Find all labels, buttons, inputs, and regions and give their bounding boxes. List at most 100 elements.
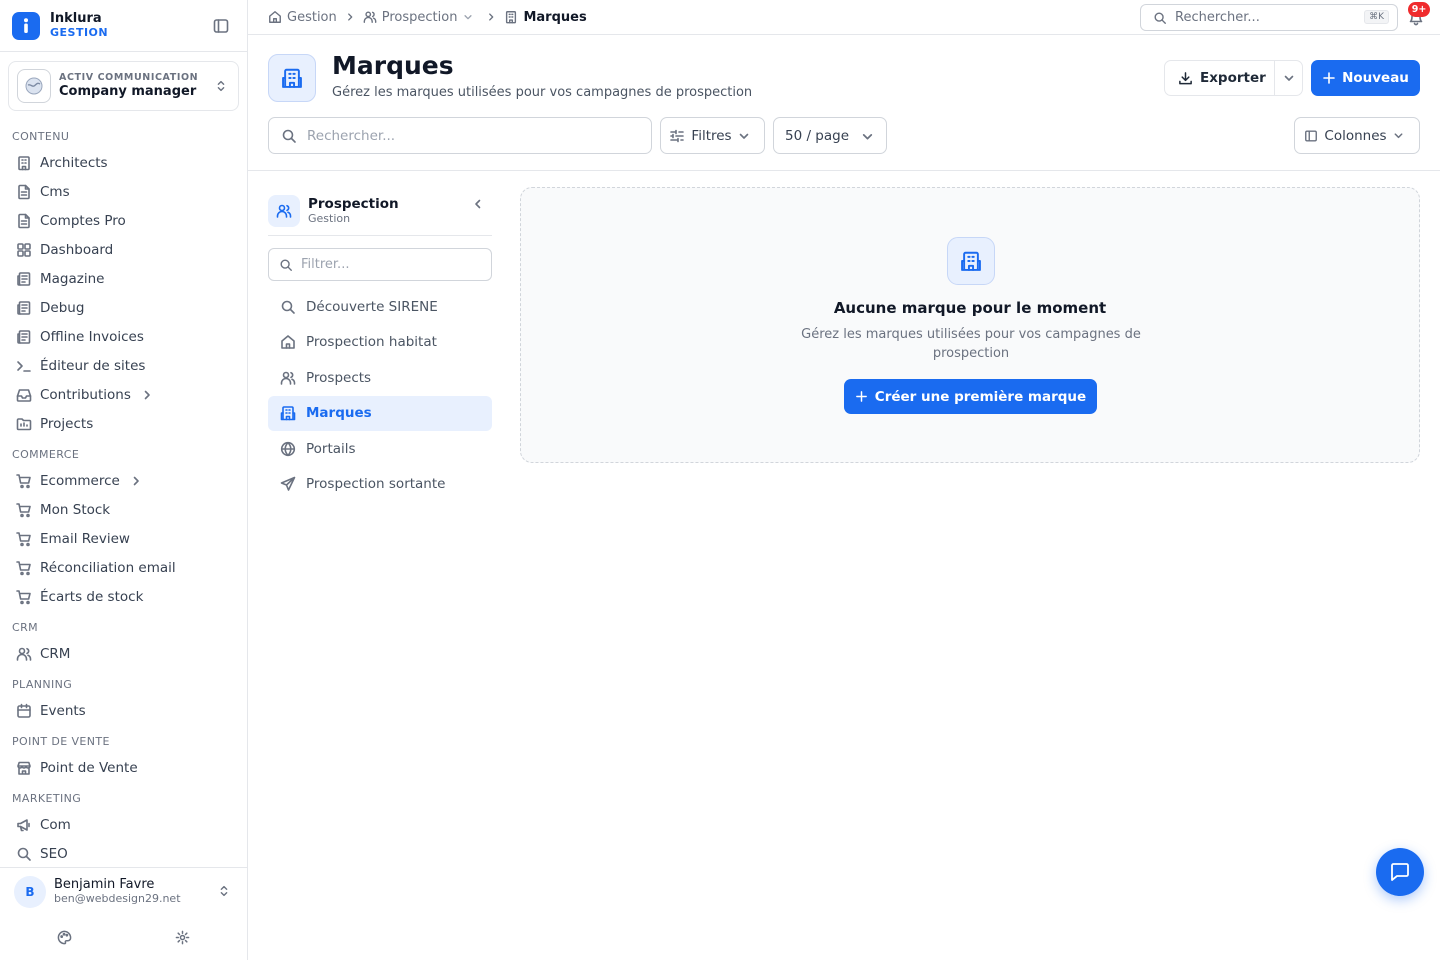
building-icon xyxy=(268,54,316,102)
columns-label: Colonnes xyxy=(1324,127,1387,144)
send-icon xyxy=(280,476,296,492)
empty-state-description: Gérez les marques utilisées pour vos cam… xyxy=(801,327,1141,361)
sidebar-item-crm[interactable]: CRM xyxy=(0,639,247,668)
sidebar-item-seo[interactable]: SEO xyxy=(0,839,247,867)
breadcrumb-marques: Marques xyxy=(504,9,587,25)
sidebar-toggle-icon[interactable] xyxy=(213,18,229,34)
sidebar-item-com[interactable]: Com xyxy=(0,810,247,839)
sidebar-item-magazine[interactable]: Magazine xyxy=(0,264,247,293)
create-first-brand-button[interactable]: Créer une première marque xyxy=(844,379,1097,414)
sidebar-item-label: Magazine xyxy=(40,270,105,287)
sidebar-item-label: Dashboard xyxy=(40,241,114,258)
sidebar-item-ecarts-de-stock[interactable]: Écarts de stock xyxy=(0,582,247,611)
sidebar-item-offline-invoices[interactable]: Offline Invoices xyxy=(0,322,247,351)
breadcrumb-gestion[interactable]: Gestion xyxy=(268,10,337,25)
export-button-group: Exporter xyxy=(1164,60,1303,96)
cart-icon xyxy=(16,531,31,546)
megaphone-icon xyxy=(17,818,30,831)
user-email: ben@webdesign29.net xyxy=(54,892,181,905)
folder-icon xyxy=(16,417,32,430)
sidebar-item-email-review[interactable]: Email Review xyxy=(0,524,247,553)
sidebar-item-projects[interactable]: Projects xyxy=(0,409,247,438)
sidebar-item-point-de-vente[interactable]: Point de Vente xyxy=(0,753,247,782)
sidebar-item-dashboard[interactable]: Dashboard xyxy=(0,235,247,264)
subnav-item-marques[interactable]: Marques xyxy=(268,395,492,431)
newspaper-icon xyxy=(17,271,31,286)
sidebar-item-contributions[interactable]: Contributions xyxy=(0,380,247,409)
chevrons-up-down-icon xyxy=(217,884,231,898)
gear-icon[interactable] xyxy=(175,930,190,945)
sidebar-footer xyxy=(0,928,247,948)
building-icon xyxy=(947,237,995,285)
user-menu[interactable]: B Benjamin Favre ben@webdesign29.net xyxy=(0,867,247,915)
palette-icon[interactable] xyxy=(57,930,72,945)
breadcrumb-prospection[interactable]: Prospection xyxy=(363,10,479,25)
subnav-list: Découverte SIRENE Prospection habitat Pr… xyxy=(268,289,492,502)
export-dropdown-button[interactable] xyxy=(1275,72,1302,84)
sidebar-item-comptes-pro[interactable]: Comptes Pro xyxy=(0,206,247,235)
search-input[interactable]: Rechercher... xyxy=(268,117,652,154)
chat-button[interactable] xyxy=(1376,848,1424,896)
subnav-item-prospection-habitat[interactable]: Prospection habitat xyxy=(268,325,492,361)
sidebar-item-label: Ecommerce xyxy=(40,472,120,489)
sidebar-item-label: Comptes Pro xyxy=(40,212,126,229)
nav-section-title: COMMERCE xyxy=(12,448,80,461)
breadcrumb-label: Marques xyxy=(523,9,587,25)
brand-logo-icon[interactable] xyxy=(12,11,40,40)
sidebar-item-ecommerce[interactable]: Ecommerce xyxy=(0,466,247,495)
subnav-item-prospects[interactable]: Prospects xyxy=(268,360,492,396)
subnav-item-portails[interactable]: Portails xyxy=(268,431,492,467)
sidebar-item-debug[interactable]: Debug xyxy=(0,293,247,322)
page-subtitle: Gérez les marques utilisées pour vos cam… xyxy=(332,85,753,100)
subnav-item-label: Portails xyxy=(306,440,356,457)
columns-button[interactable]: Colonnes xyxy=(1294,117,1420,154)
search-placeholder: Rechercher... xyxy=(307,127,396,144)
subnav-item-decouverte-sirene[interactable]: Découverte SIRENE xyxy=(268,289,492,325)
cart-icon xyxy=(16,589,31,604)
sidebar-item-label: CRM xyxy=(40,645,71,662)
subnav-item-prospection-sortante[interactable]: Prospection sortante xyxy=(268,467,492,503)
newspaper-icon xyxy=(17,329,31,344)
chat-bubble-icon xyxy=(1391,863,1409,881)
globe-icon xyxy=(280,441,296,456)
section-subnav: Prospection Gestion Filtrer... Découvert… xyxy=(268,186,492,502)
empty-state-title: Aucune marque pour le moment xyxy=(833,299,1107,317)
building-icon xyxy=(506,11,517,24)
sidebar-item-label: Offline Invoices xyxy=(40,328,144,345)
home-icon xyxy=(269,11,281,23)
sidebar-item-events[interactable]: Events xyxy=(0,696,247,725)
subnav-filter-input[interactable]: Filtrer... xyxy=(268,248,492,281)
org-avatar-icon xyxy=(17,69,51,103)
sidebar-item-architects[interactable]: Architects xyxy=(0,148,247,177)
export-label: Exporter xyxy=(1200,70,1266,86)
org-switcher[interactable]: ACTIV COMMUNICATION Company manager xyxy=(8,61,239,111)
global-search-input[interactable]: Rechercher... ⌘K xyxy=(1140,4,1398,31)
sidebar-item-label: Mon Stock xyxy=(40,501,111,518)
newspaper-icon xyxy=(17,300,31,315)
sidebar-item-label: Éditeur de sites xyxy=(40,357,146,374)
page-size-value: 50 / page xyxy=(785,127,850,144)
sidebar-item-cms[interactable]: Cms xyxy=(0,177,247,206)
subnav-filter-placeholder: Filtrer... xyxy=(301,257,350,272)
subnav-item-label: Découverte SIRENE xyxy=(306,298,438,315)
sidebar-item-editeur-de-sites[interactable]: Éditeur de sites xyxy=(0,351,247,380)
cart-icon xyxy=(16,560,31,575)
chevron-left-icon[interactable] xyxy=(472,198,484,210)
sliders-icon xyxy=(670,129,685,142)
filters-label: Filtres xyxy=(691,127,732,144)
sidebar-item-label: Com xyxy=(40,816,71,833)
cart-icon xyxy=(16,502,31,517)
users-icon xyxy=(363,11,377,23)
brand: Inklura GESTION xyxy=(0,0,247,52)
sidebar-item-label: Projects xyxy=(40,415,94,432)
page-size-select[interactable]: 50 / page xyxy=(773,117,887,154)
sidebar-item-label: Cms xyxy=(40,183,70,200)
new-button[interactable]: Nouveau xyxy=(1311,60,1420,96)
filters-button[interactable]: Filtres xyxy=(660,117,765,154)
sidebar-item-mon-stock[interactable]: Mon Stock xyxy=(0,495,247,524)
sidebar-item-reconciliation-email[interactable]: Réconciliation email xyxy=(0,553,247,582)
sidebar-item-label: Debug xyxy=(40,299,85,316)
chevron-down-icon xyxy=(862,134,873,140)
org-name: Company manager xyxy=(59,84,197,99)
export-button[interactable]: Exporter xyxy=(1165,61,1275,95)
